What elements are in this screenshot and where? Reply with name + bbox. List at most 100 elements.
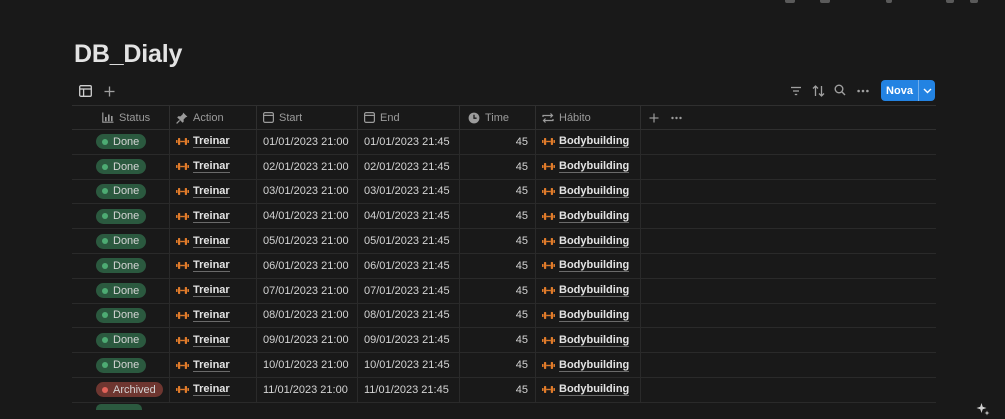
filter-button[interactable] [787, 82, 805, 100]
habit-relation[interactable]: Bodybuilding [542, 135, 630, 149]
habit-cell[interactable]: Bodybuilding [536, 377, 641, 402]
end-cell[interactable]: 09/01/2023 21:45 [358, 328, 460, 353]
end-cell[interactable]: 01/01/2023 21:45 [358, 130, 460, 154]
table-row[interactable]: Done Treinar 09/01/2023 21:00 09/01/2023… [72, 328, 936, 354]
add-property-button[interactable] [649, 113, 659, 123]
habit-cell[interactable]: Bodybuilding [536, 229, 641, 253]
habit-relation[interactable]: Bodybuilding [542, 383, 630, 397]
time-cell[interactable]: 45 [460, 328, 536, 353]
habit-relation[interactable]: Bodybuilding [542, 334, 630, 347]
time-cell[interactable]: 45 [460, 253, 536, 278]
habit-cell[interactable]: Bodybuilding [536, 154, 641, 179]
status-cell[interactable]: Done [72, 204, 170, 229]
action-cell[interactable]: Treinar [170, 130, 257, 154]
start-cell[interactable]: 11/01/2023 21:00 [257, 377, 358, 402]
action-cell[interactable]: Treinar [170, 328, 257, 353]
habit-cell[interactable]: Bodybuilding [536, 204, 641, 229]
table-view-tab[interactable] [76, 82, 94, 100]
action-cell[interactable]: Treinar [170, 253, 257, 278]
action-relation[interactable]: Treinar [176, 309, 230, 322]
action-cell[interactable]: Treinar [170, 377, 257, 402]
new-dropdown-button[interactable] [918, 80, 935, 101]
status-cell[interactable]: Done [72, 229, 170, 253]
action-cell[interactable]: Treinar [170, 154, 257, 179]
table-row[interactable]: Done Treinar 08/01/2023 21:00 08/01/2023… [72, 303, 936, 329]
habit-cell[interactable]: Bodybuilding [536, 278, 641, 303]
habit-relation[interactable]: Bodybuilding [542, 185, 630, 198]
start-cell[interactable]: 10/01/2023 21:00 [257, 353, 358, 377]
habit-cell[interactable]: Bodybuilding [536, 130, 641, 154]
habit-relation[interactable]: Bodybuilding [542, 235, 630, 248]
start-cell[interactable]: 05/01/2023 21:00 [257, 229, 358, 253]
time-cell[interactable]: 45 [460, 353, 536, 377]
start-cell[interactable]: 07/01/2023 21:00 [257, 278, 358, 303]
habit-relation[interactable]: Bodybuilding [542, 284, 630, 298]
habit-relation[interactable]: Bodybuilding [542, 160, 630, 174]
table-row[interactable]: Done Treinar 05/01/2023 21:00 05/01/2023… [72, 229, 936, 254]
end-cell[interactable]: 10/01/2023 21:45 [358, 353, 460, 377]
end-cell[interactable]: 11/01/2023 21:45 [358, 377, 460, 402]
end-cell[interactable]: 07/01/2023 21:45 [358, 278, 460, 303]
start-cell[interactable]: 03/01/2023 21:00 [257, 179, 358, 204]
end-cell[interactable]: 04/01/2023 21:45 [358, 204, 460, 229]
time-cell[interactable]: 45 [460, 303, 536, 328]
time-cell[interactable]: 45 [460, 179, 536, 204]
action-cell[interactable]: Treinar [170, 278, 257, 303]
table-row[interactable]: Done Treinar 04/01/2023 21:00 04/01/2023… [72, 204, 936, 230]
time-cell[interactable]: 45 [460, 130, 536, 154]
habit-cell[interactable]: Bodybuilding [536, 303, 641, 328]
habit-cell[interactable]: Bodybuilding [536, 179, 641, 204]
more-options-button[interactable] [854, 82, 872, 100]
table-row[interactable]: Archived Treinar 11/01/2023 21:00 11/01/… [72, 377, 936, 403]
status-cell[interactable]: Done [72, 278, 170, 303]
habit-cell[interactable]: Bodybuilding [536, 353, 641, 377]
search-button[interactable] [831, 81, 849, 99]
status-cell[interactable]: Archived [72, 377, 170, 402]
action-relation[interactable]: Treinar [176, 210, 230, 223]
table-row[interactable]: Done Treinar 01/01/2023 21:00 01/01/2023… [72, 130, 936, 155]
time-cell[interactable]: 45 [460, 204, 536, 229]
start-cell[interactable]: 01/01/2023 21:00 [257, 130, 358, 154]
end-cell[interactable]: 06/01/2023 21:45 [358, 253, 460, 278]
table-row[interactable]: Done Treinar 10/01/2023 21:00 10/01/2023… [72, 353, 936, 378]
action-relation[interactable]: Treinar [176, 185, 230, 198]
time-cell[interactable]: 45 [460, 278, 536, 303]
status-cell[interactable]: Done [72, 179, 170, 204]
end-cell[interactable]: 02/01/2023 21:45 [358, 154, 460, 179]
table-row[interactable]: Done Treinar 07/01/2023 21:00 07/01/2023… [72, 278, 936, 304]
action-relation[interactable]: Treinar [176, 383, 230, 397]
column-header-end[interactable]: End [358, 106, 460, 129]
column-header-action[interactable]: Action [170, 106, 257, 129]
action-relation[interactable]: Treinar [176, 359, 230, 372]
start-cell[interactable]: 08/01/2023 21:00 [257, 303, 358, 328]
action-cell[interactable]: Treinar [170, 229, 257, 253]
start-cell[interactable]: 04/01/2023 21:00 [257, 204, 358, 229]
end-cell[interactable]: 08/01/2023 21:45 [358, 303, 460, 328]
start-cell[interactable]: 06/01/2023 21:00 [257, 253, 358, 278]
table-row[interactable]: Done Treinar 06/01/2023 21:00 06/01/2023… [72, 253, 936, 279]
action-cell[interactable]: Treinar [170, 204, 257, 229]
status-cell[interactable]: Done [72, 353, 170, 377]
table-row[interactable]: Done Treinar 03/01/2023 21:00 03/01/2023… [72, 179, 936, 205]
column-options-button[interactable] [671, 116, 682, 120]
column-header-time[interactable]: Time [460, 106, 536, 129]
sort-button[interactable] [809, 82, 827, 100]
status-cell[interactable]: Done [72, 253, 170, 278]
time-cell[interactable]: 45 [460, 229, 536, 253]
status-cell[interactable]: Done [72, 303, 170, 328]
time-cell[interactable]: 45 [460, 154, 536, 179]
action-relation[interactable]: Treinar [176, 160, 230, 174]
action-relation[interactable]: Treinar [176, 135, 230, 149]
action-relation[interactable]: Treinar [176, 235, 230, 248]
add-view-button[interactable] [100, 82, 118, 100]
action-cell[interactable]: Treinar [170, 179, 257, 204]
habit-cell[interactable]: Bodybuilding [536, 328, 641, 353]
end-cell[interactable]: 03/01/2023 21:45 [358, 179, 460, 204]
new-button[interactable]: Nova [881, 80, 918, 101]
habit-relation[interactable]: Bodybuilding [542, 210, 630, 223]
habit-relation[interactable]: Bodybuilding [542, 259, 630, 273]
time-cell[interactable]: 45 [460, 377, 536, 402]
status-cell[interactable]: Done [72, 154, 170, 179]
action-cell[interactable]: Treinar [170, 353, 257, 377]
column-header-habit[interactable]: Hábito [536, 106, 641, 129]
